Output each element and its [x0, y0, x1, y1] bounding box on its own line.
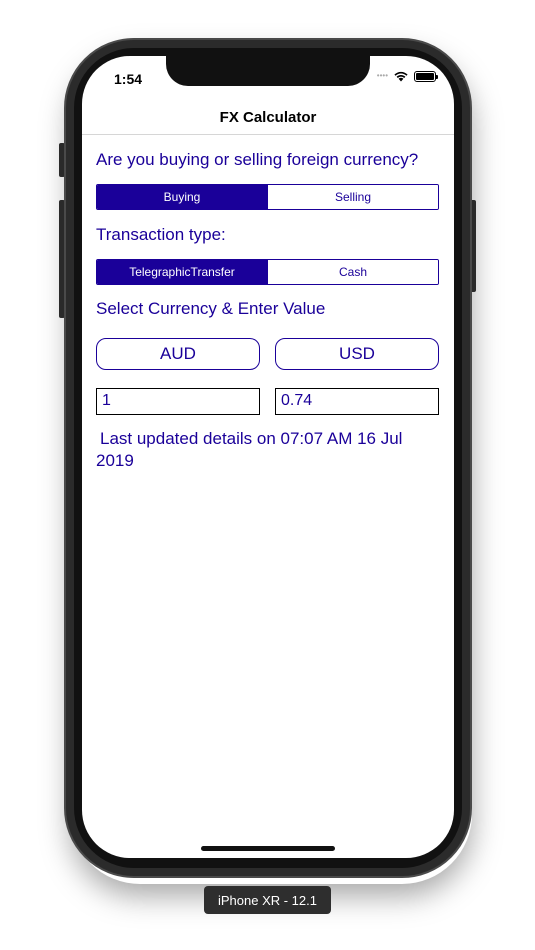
notch	[166, 56, 370, 86]
from-value-input[interactable]: 1	[96, 388, 260, 415]
navigation-bar: FX Calculator	[82, 100, 454, 135]
segment-buying[interactable]: Buying	[97, 185, 267, 209]
segment-selling[interactable]: Selling	[267, 185, 438, 209]
wifi-icon	[394, 71, 408, 82]
buy-sell-segmented-control: Buying Selling	[96, 184, 439, 210]
status-time: 1:54	[114, 71, 143, 87]
select-currency-label: Select Currency & Enter Value	[96, 299, 326, 318]
nav-title: FX Calculator	[219, 108, 317, 126]
phone-screen: 1:54 •••• FX Calculator Are you buying o…	[82, 56, 454, 858]
buy-sell-question: Are you buying or selling foreign curren…	[96, 150, 419, 169]
simulator-stage: 1:54 •••• FX Calculator Are you buying o…	[0, 0, 535, 950]
last-updated-text: Last updated details on 07:07 AM 16 Jul …	[96, 429, 403, 470]
segment-cash[interactable]: Cash	[267, 260, 438, 284]
from-currency-button[interactable]: AUD	[96, 338, 260, 370]
transaction-type-segmented-control: TelegraphicTransfer Cash	[96, 259, 439, 285]
to-value-input[interactable]: 0.74	[275, 388, 439, 415]
segment-telegraphic-transfer[interactable]: TelegraphicTransfer	[97, 260, 267, 284]
transaction-type-label: Transaction type:	[96, 225, 226, 244]
signal-icon: ••••	[376, 71, 388, 80]
simulator-device-label: iPhone XR - 12.1	[204, 886, 331, 914]
battery-icon	[414, 70, 438, 82]
status-icons: ••••	[376, 70, 438, 82]
home-indicator	[201, 846, 335, 851]
to-currency-button[interactable]: USD	[275, 338, 439, 370]
